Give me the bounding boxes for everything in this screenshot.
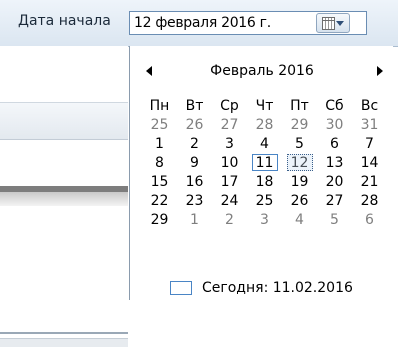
weekday-header: Ср xyxy=(220,97,239,114)
calendar-day[interactable]: 16 xyxy=(177,172,212,191)
divider-shadow xyxy=(0,192,128,206)
calendar-popup: Февраль 2016 Пн Вт Ср Чт Пт Сб Вс 25 26 27 28 29 30 3… xyxy=(129,46,393,300)
weekday-header: Вт xyxy=(185,97,204,114)
weekday-header: Пт xyxy=(290,97,309,114)
calendar-day[interactable]: 15 xyxy=(142,172,177,191)
weekday-header: Пн xyxy=(149,97,170,114)
calendar-day[interactable]: 18 xyxy=(247,172,282,191)
calendar-day[interactable]: 28 xyxy=(352,191,387,210)
start-date-value[interactable]: 12 февраля 2016 г. xyxy=(134,15,271,31)
calendar-day[interactable]: 5 xyxy=(317,210,352,229)
today-marker xyxy=(170,280,192,295)
calendar-grid: Пн Вт Ср Чт Пт Сб Вс 25 26 27 28 29 30 31 1 2 3 4 5 6 7 8 9 10 1… xyxy=(142,96,388,229)
calendar-day[interactable]: 14 xyxy=(352,153,387,172)
today-label[interactable]: Сегодня: 11.02.2016 xyxy=(202,280,353,296)
date-dropdown-button[interactable] xyxy=(316,13,350,33)
calendar-day[interactable]: 26 xyxy=(177,115,212,134)
start-date-label: Дата начала xyxy=(18,13,111,29)
calendar-day[interactable]: 13 xyxy=(317,153,352,172)
calendar-day[interactable]: 25 xyxy=(142,115,177,134)
calendar-day[interactable]: 20 xyxy=(317,172,352,191)
calendar-day[interactable]: 3 xyxy=(212,134,247,153)
calendar-day[interactable]: 6 xyxy=(352,210,387,229)
panel-footer-band xyxy=(0,338,128,347)
calendar-day[interactable]: 3 xyxy=(247,210,282,229)
calendar-day[interactable]: 11 xyxy=(247,153,282,172)
calendar-icon xyxy=(322,17,335,30)
left-panel xyxy=(0,46,128,347)
calendar-day[interactable]: 27 xyxy=(212,115,247,134)
calendar-day[interactable]: 17 xyxy=(212,172,247,191)
calendar-day[interactable]: 19 xyxy=(282,172,317,191)
calendar-day[interactable]: 25 xyxy=(247,191,282,210)
weekday-header: Чт xyxy=(255,97,274,114)
calendar-day[interactable]: 31 xyxy=(352,115,387,134)
calendar-day[interactable]: 1 xyxy=(142,134,177,153)
today-link[interactable]: Сегодня: 11.02.2016 xyxy=(170,278,353,297)
weekday-header: Сб xyxy=(325,97,344,114)
calendar-day[interactable]: 1 xyxy=(177,210,212,229)
calendar-day[interactable]: 24 xyxy=(212,191,247,210)
chevron-down-icon xyxy=(336,21,344,26)
calendar-day[interactable]: 7 xyxy=(352,134,387,153)
calendar-day[interactable]: 2 xyxy=(212,210,247,229)
calendar-day[interactable]: 4 xyxy=(247,134,282,153)
calendar-day[interactable]: 29 xyxy=(142,210,177,229)
calendar-day[interactable]: 10 xyxy=(212,153,247,172)
calendar-day[interactable]: 4 xyxy=(282,210,317,229)
calendar-day[interactable]: 22 xyxy=(142,191,177,210)
calendar-day[interactable]: 6 xyxy=(317,134,352,153)
calendar-day[interactable]: 27 xyxy=(317,191,352,210)
calendar-day[interactable]: 5 xyxy=(282,134,317,153)
divider xyxy=(0,332,128,334)
calendar-day[interactable]: 28 xyxy=(247,115,282,134)
calendar-day[interactable]: 9 xyxy=(177,153,212,172)
start-date-picker[interactable]: 12 февраля 2016 г. xyxy=(129,11,367,35)
panel-header-band xyxy=(0,102,128,140)
calendar-day[interactable]: 8 xyxy=(142,153,177,172)
chevron-right-icon[interactable] xyxy=(377,66,383,76)
calendar-day[interactable]: 29 xyxy=(282,115,317,134)
calendar-day[interactable]: 30 xyxy=(317,115,352,134)
calendar-month-title[interactable]: Февраль 2016 xyxy=(130,63,394,79)
calendar-day[interactable]: 21 xyxy=(352,172,387,191)
calendar-day[interactable]: 12 xyxy=(282,153,317,172)
calendar-day[interactable]: 23 xyxy=(177,191,212,210)
weekday-header: Вс xyxy=(360,97,379,114)
calendar-day[interactable]: 2 xyxy=(177,134,212,153)
calendar-day[interactable]: 26 xyxy=(282,191,317,210)
